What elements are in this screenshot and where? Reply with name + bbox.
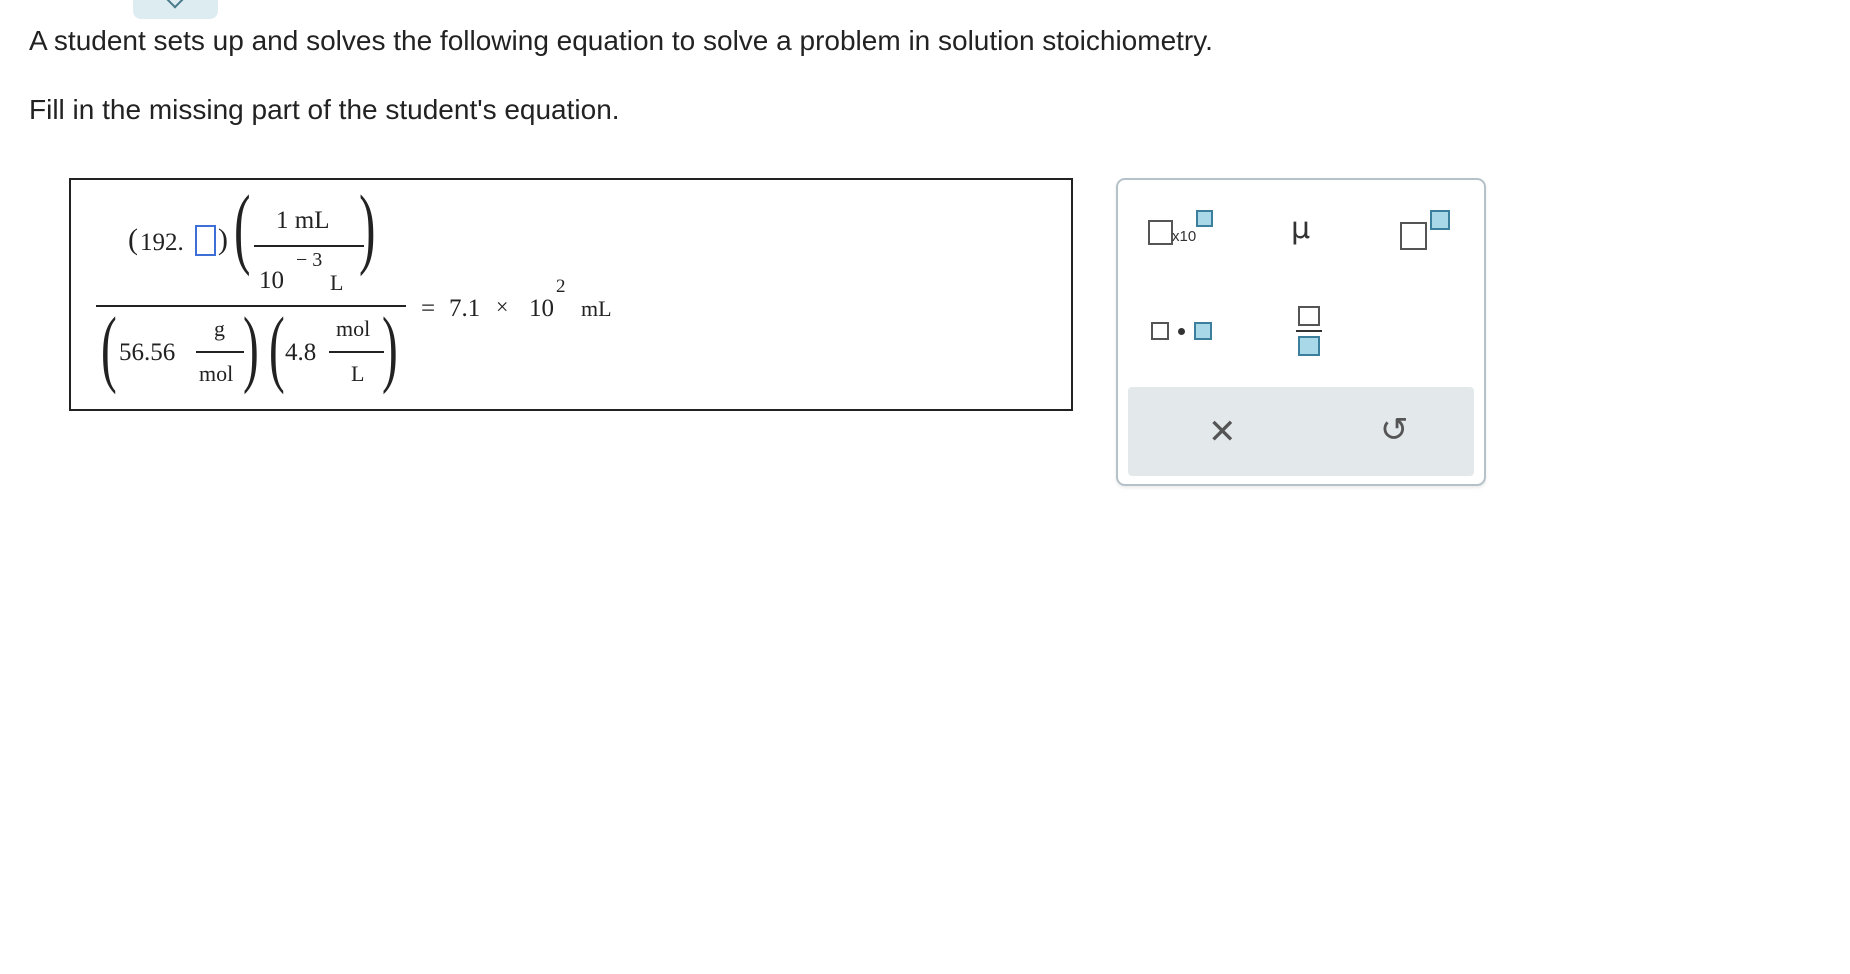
conversion-fraction-bar: [254, 245, 364, 247]
concentration-close-paren: ): [382, 299, 398, 395]
left-factor-box-icon: [1151, 322, 1169, 340]
result-unit: mL: [581, 296, 612, 321]
collapse-tab[interactable]: [133, 0, 218, 19]
concentration-open-paren: (: [269, 299, 285, 395]
conversion-unit: L: [330, 270, 344, 295]
base-box-icon: [1148, 220, 1173, 245]
result-times-sign: ×: [496, 294, 509, 319]
conversion-numerator: 1 mL: [276, 207, 330, 234]
base-box-icon: [1400, 222, 1427, 250]
concentration-denominator: L: [351, 361, 365, 386]
molar-mass-value: 56.56: [119, 339, 176, 366]
math-input-palette: x10 μ ✕ ↺: [1116, 178, 1486, 486]
concentration-fraction-bar: [329, 351, 384, 353]
term1-close-paren: ): [218, 223, 228, 256]
denominator-box-icon: [1298, 336, 1320, 356]
molar-mass-denominator: mol: [199, 361, 234, 386]
x10-label: x10: [1172, 228, 1197, 245]
molar-mass-fraction-bar: [196, 351, 244, 353]
concentration-value: 4.8: [285, 339, 317, 366]
clear-icon[interactable]: ✕: [1208, 415, 1237, 449]
conversion-base: 10: [259, 267, 284, 294]
result-exponent: 2: [556, 276, 566, 297]
molar-mass-numerator: g: [214, 316, 225, 341]
molar-mass-open-paren: (: [101, 299, 117, 395]
exponent-box-icon: [1196, 210, 1213, 227]
fraction-bar-icon: [1296, 330, 1322, 332]
equals-sign: =: [421, 295, 436, 322]
conversion-open-paren: (: [234, 178, 251, 277]
undo-icon[interactable]: ↺: [1380, 413, 1409, 447]
mu-symbol-label: μ: [1291, 211, 1311, 246]
superscript-button[interactable]: [1400, 210, 1455, 252]
multiplication-dot-button[interactable]: [1151, 320, 1221, 345]
scientific-notation-button[interactable]: x10: [1148, 210, 1218, 250]
superscript-box-icon: [1430, 210, 1450, 230]
numerator-box-icon: [1298, 306, 1320, 326]
question-text: A student sets up and solves the followi…: [29, 25, 1213, 56]
right-factor-box-icon: [1194, 322, 1212, 340]
result-coefficient: 7.1: [449, 295, 481, 322]
fraction-button[interactable]: [1296, 306, 1322, 358]
mu-symbol-button[interactable]: μ: [1291, 214, 1321, 244]
instruction-text: Fill in the missing part of the student'…: [29, 94, 620, 125]
action-bar: ✕ ↺: [1128, 387, 1474, 476]
molar-mass-close-paren: ): [243, 299, 259, 395]
conversion-close-paren: ): [359, 178, 376, 277]
term1-open-paren: (: [128, 223, 138, 256]
dot-icon: [1178, 328, 1185, 335]
chevron-down-icon: [166, 0, 184, 9]
equation-box: ( 192. ) ( 1 mL − 3 10 L ) ( 56.56 g mol…: [69, 178, 1073, 411]
missing-digits-input[interactable]: [195, 225, 216, 256]
concentration-numerator: mol: [336, 316, 371, 341]
conversion-exponent: − 3: [296, 249, 323, 271]
term1-value: 192.: [140, 229, 184, 256]
result-base: 10: [529, 295, 554, 322]
